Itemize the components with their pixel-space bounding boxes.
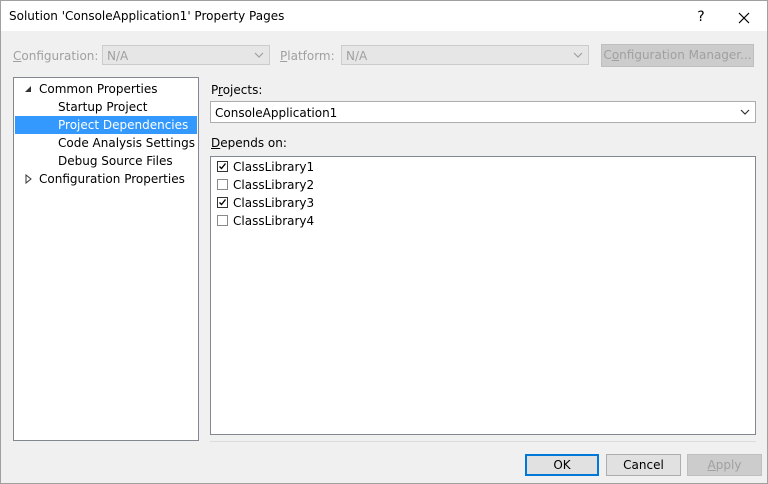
depends-on-list[interactable]: ClassLibrary1 ClassLibrary2 ClassLibrary… [210, 156, 756, 435]
configuration-value: N/A [107, 49, 129, 63]
close-icon [738, 12, 750, 23]
checkmark-icon [219, 199, 227, 206]
tree-item-label: Configuration Properties [39, 172, 185, 186]
platform-dropdown[interactable]: N/A [341, 45, 589, 65]
tree-item-common-properties[interactable]: Common Properties [14, 80, 198, 98]
chevron-down-icon [254, 52, 264, 58]
help-button[interactable]: ? [680, 5, 722, 29]
category-tree[interactable]: Common Properties Startup Project Projec… [13, 77, 199, 441]
close-button[interactable] [723, 5, 765, 29]
tree-item-label: Debug Source Files [58, 154, 173, 168]
tree-item-project-dependencies[interactable]: Project Dependencies [15, 116, 197, 134]
chevron-down-icon [740, 109, 750, 115]
apply-button[interactable]: Apply [687, 454, 762, 476]
tree-item-code-analysis-settings[interactable]: Code Analysis Settings [14, 134, 198, 152]
list-item-label: ClassLibrary3 [233, 196, 315, 210]
collapsed-triangle-icon[interactable] [23, 174, 33, 184]
platform-value: N/A [346, 49, 368, 63]
property-pages-dialog: Solution 'ConsoleApplication1' Property … [0, 0, 768, 484]
chevron-down-icon [573, 52, 583, 58]
cancel-button[interactable]: Cancel [606, 454, 681, 476]
platform-label: Platform: [280, 49, 335, 63]
tree-item-label: Project Dependencies [58, 118, 189, 132]
checkbox-unchecked[interactable] [217, 179, 228, 190]
tree-item-configuration-properties[interactable]: Configuration Properties [14, 170, 198, 188]
checkbox-unchecked[interactable] [217, 215, 228, 226]
list-item-label: ClassLibrary4 [233, 214, 315, 228]
depends-on-label: Depends on: [211, 136, 287, 150]
projects-selected-value: ConsoleApplication1 [215, 106, 338, 120]
divider [210, 441, 756, 442]
projects-label: Projects: [211, 83, 263, 97]
configuration-label: Configuration: [13, 49, 99, 63]
tree-item-label: Code Analysis Settings [58, 136, 196, 150]
checkbox-checked[interactable] [217, 161, 228, 172]
window-title: Solution 'ConsoleApplication1' Property … [9, 9, 285, 23]
ok-button[interactable]: OK [525, 454, 599, 476]
tree-item-debug-source-files[interactable]: Debug Source Files [14, 152, 198, 170]
tree-item-label: Common Properties [39, 82, 158, 96]
checkmark-icon [219, 163, 227, 170]
expanded-triangle-icon[interactable] [23, 84, 33, 94]
list-item-label: ClassLibrary1 [233, 160, 315, 174]
projects-dropdown[interactable]: ConsoleApplication1 [210, 101, 756, 123]
tree-item-startup-project[interactable]: Startup Project [14, 98, 198, 116]
checkbox-checked[interactable] [217, 197, 228, 208]
configuration-manager-button[interactable]: Configuration Manager... [601, 44, 754, 67]
tree-item-label: Startup Project [58, 100, 148, 114]
configuration-dropdown[interactable]: N/A [102, 45, 270, 65]
list-item-label: ClassLibrary2 [233, 178, 315, 192]
title-bar: Solution 'ConsoleApplication1' Property … [1, 1, 767, 31]
